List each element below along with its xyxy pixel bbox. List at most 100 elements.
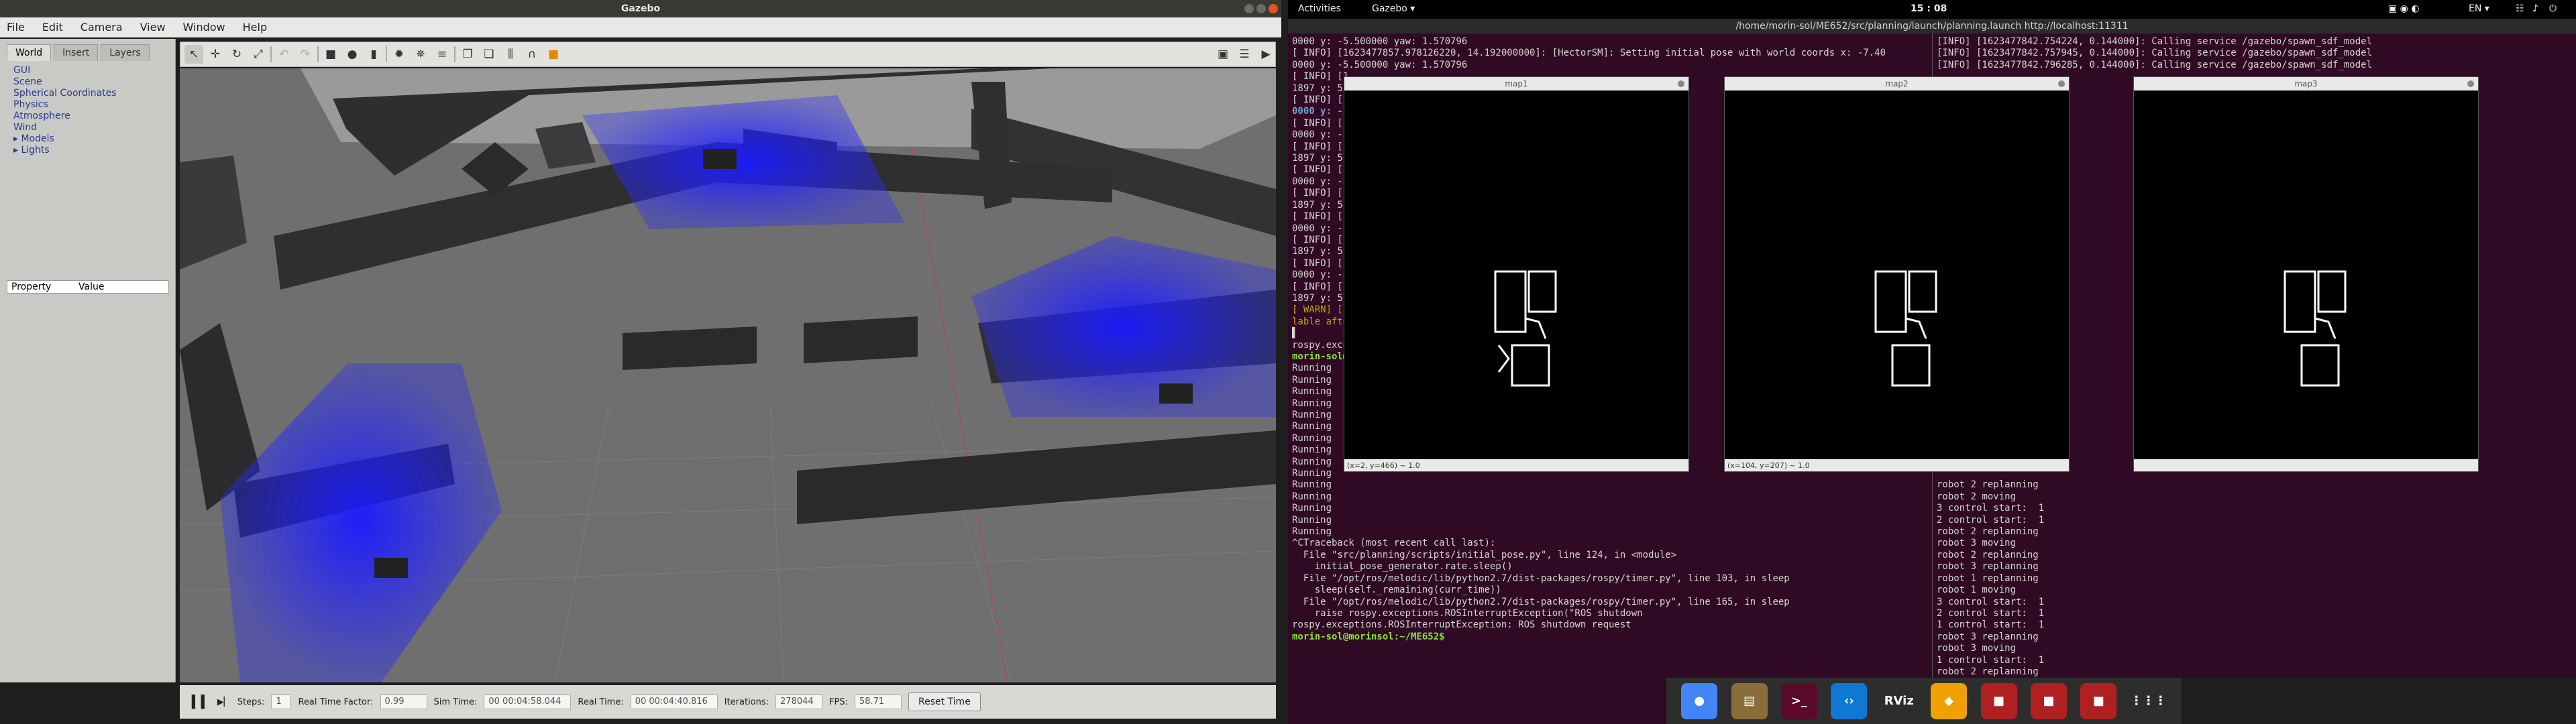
menu-help[interactable]: Help (243, 21, 267, 34)
tab-layers[interactable]: Layers (101, 44, 150, 61)
terminal-line: robot 3 replanning (1937, 561, 2039, 572)
point-light-icon[interactable]: ✹ (390, 45, 409, 64)
terminal-line: robot 2 replanning (1937, 666, 2039, 677)
clock[interactable]: 15 : 08 (1911, 3, 1947, 14)
terminal-line: 3 control start: 1 (1937, 503, 2045, 514)
block-center-1 (623, 326, 757, 370)
toolbar-divider (386, 46, 387, 62)
screenshot-icon[interactable]: ▣ (1214, 45, 1232, 64)
terminal-line: Running (1292, 526, 1332, 538)
menu-view[interactable]: View (140, 21, 166, 34)
terminal-line: robot 3 moving (1937, 538, 2017, 549)
align-icon[interactable]: ⫼ (501, 45, 520, 64)
menu-window[interactable]: Window (183, 21, 225, 34)
rotate-mode-icon[interactable]: ↻ (227, 45, 246, 64)
paste-icon[interactable]: ❑ (480, 45, 498, 64)
translate-mode-icon[interactable]: ✛ (206, 45, 225, 64)
fps-label: FPS: (829, 697, 848, 707)
occupancy-map-image (1874, 270, 1937, 387)
video-icon[interactable]: ▶ (1256, 45, 1275, 64)
robot-2[interactable] (1159, 383, 1193, 404)
menu-camera[interactable]: Camera (80, 21, 123, 34)
dock-window1-icon[interactable]: ■ (1980, 682, 2017, 719)
record-icon[interactable]: ■ (544, 45, 563, 64)
terminal-line: robot 1 moving (1937, 585, 2017, 596)
gazebo-status-bar: ▍▍ ▶▏ Steps: 1 Real Time Factor: 0.99 Si… (180, 685, 1276, 719)
tree-item-scene[interactable]: Scene (13, 76, 162, 88)
sphere-shape-icon[interactable]: ● (343, 45, 362, 64)
directional-light-icon[interactable]: ≡ (433, 45, 451, 64)
tree-item-lights[interactable]: ▸ Lights (13, 145, 162, 156)
dock-window2-icon[interactable]: ■ (2030, 682, 2067, 719)
tab-insert[interactable]: Insert (54, 44, 99, 61)
volume-icon[interactable]: ♪ (2532, 3, 2538, 14)
terminal-line: Running (1292, 491, 1332, 502)
terminal-line: 2 control start: 1 (1937, 607, 2045, 619)
robot-3[interactable] (374, 558, 408, 578)
iterations-value: 278044 (775, 695, 823, 709)
map-window-2[interactable]: map2 (x=104, y=207) ~ 1.0 (1724, 76, 2070, 472)
close-icon[interactable] (2467, 80, 2474, 87)
system-tray-icons[interactable]: ▣ ◉ ◐ (2388, 3, 2420, 14)
steps-input[interactable]: 1 (271, 695, 292, 709)
network-icon[interactable]: ☷ (2516, 3, 2524, 14)
spot-light-icon[interactable]: ✵ (411, 45, 430, 64)
tree-item-gui[interactable]: GUI (13, 65, 162, 76)
scale-mode-icon[interactable]: ⤢ (249, 45, 268, 64)
gazebo-title-bar: Gazebo (0, 0, 1281, 17)
dock-chrome-icon[interactable]: ● (1681, 682, 1718, 719)
language-indicator[interactable]: EN ▾ (2469, 3, 2489, 14)
tree-item-physics[interactable]: Physics (13, 99, 162, 111)
dock-terminal-icon[interactable]: >_ (1780, 682, 1817, 719)
tree-item-spherical-coordinates[interactable]: Spherical Coordinates (13, 88, 162, 99)
terminal-line: 3 control start: 1 (1937, 596, 2045, 607)
gazebo-toolbar: ↖ ✛ ↻ ⤢ ↶ ↷ ■ ● ▮ ✹ ✵ ≡ ❐ ❑ ⫼ ∩ ■ ▣ ☰ ▶ (180, 42, 1276, 67)
step-icon[interactable]: ▶▏ (217, 697, 231, 707)
box-shape-icon[interactable]: ■ (321, 45, 340, 64)
tree-item-models[interactable]: ▸ Models (13, 133, 162, 145)
terminal-line: robot 1 replanning (1937, 572, 2039, 584)
minimize-button[interactable] (1244, 4, 1254, 13)
map-window-3[interactable]: map3 (2133, 76, 2479, 472)
robot-1[interactable] (703, 149, 737, 169)
tab-world[interactable]: World (7, 44, 52, 61)
log-icon[interactable]: ☰ (1235, 45, 1254, 64)
app-menu[interactable]: Gazebo ▾ (1372, 3, 1415, 14)
gazebo-title: Gazebo (621, 3, 661, 14)
dock-files-icon[interactable]: ▤ (1731, 682, 1768, 719)
gazebo-3d-viewport[interactable] (180, 68, 1276, 682)
maximize-button[interactable] (1256, 4, 1266, 13)
terminal-line: Running (1292, 514, 1332, 526)
terminal-line: 0000 y: -5.500000 yaw: 1.570796 (1292, 36, 1468, 47)
map-window-1[interactable]: map1 (x=2, y=466) ~ 1.0 (1344, 76, 1689, 472)
pause-icon[interactable]: ▍▍ (192, 695, 211, 709)
dock-vscode-icon[interactable]: ‹› (1831, 682, 1868, 719)
dock-rviz-icon[interactable]: RViz (1880, 682, 1917, 719)
menu-file[interactable]: File (7, 21, 25, 34)
close-icon[interactable] (1678, 80, 1684, 87)
terminal-line: ^CTraceback (most recent call last): (1292, 538, 1496, 549)
terminal-line: robot 3 replanning (1937, 631, 2039, 642)
cylinder-shape-icon[interactable]: ▮ (364, 45, 383, 64)
terminal-line: [INFO] [1623477842.754224, 0.144000]: Ca… (1937, 36, 2373, 47)
dock-app-grid-icon[interactable]: ⋮⋮⋮ (2130, 682, 2167, 719)
tree-item-wind[interactable]: Wind (13, 122, 162, 133)
occupancy-map-image (1494, 270, 1557, 387)
terminal-line: 1 control start: 1 (1937, 619, 2045, 631)
activities-button[interactable]: Activities (1298, 3, 1341, 14)
close-button[interactable] (1269, 4, 1278, 13)
dock-window3-icon[interactable]: ■ (2080, 682, 2117, 719)
power-icon[interactable]: ⏻ (2549, 3, 2557, 14)
redo-icon[interactable]: ↷ (296, 45, 315, 64)
terminal-line: robot 2 moving (1937, 491, 2017, 502)
dock-ros-icon[interactable]: ◆ (1931, 682, 1968, 719)
menu-edit[interactable]: Edit (42, 21, 63, 34)
snap-icon[interactable]: ∩ (523, 45, 541, 64)
tree-item-atmosphere[interactable]: Atmosphere (13, 111, 162, 122)
map-window-title-bar: map2 (1725, 77, 2069, 90)
close-icon[interactable] (2058, 80, 2065, 87)
select-mode-icon[interactable]: ↖ (184, 45, 203, 64)
copy-icon[interactable]: ❐ (458, 45, 477, 64)
undo-icon[interactable]: ↶ (274, 45, 293, 64)
reset-time-button[interactable]: Reset Time (908, 692, 981, 711)
